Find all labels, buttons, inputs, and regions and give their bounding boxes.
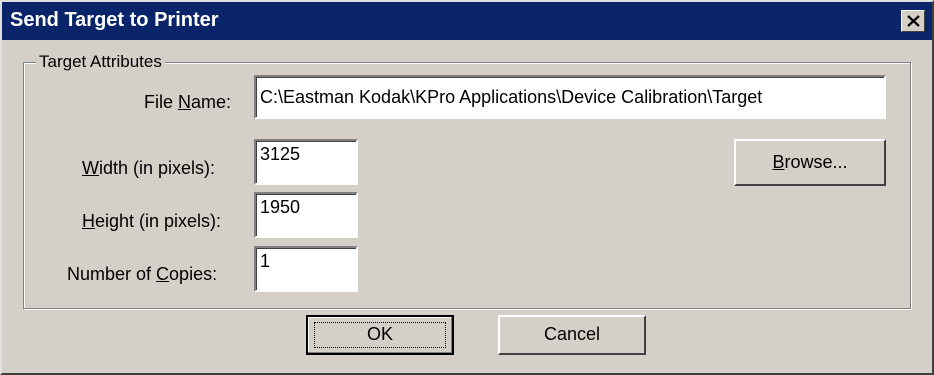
ok-button[interactable]: OK [306, 315, 454, 355]
title-bar[interactable]: Send Target to Printer [2, 2, 932, 40]
copies-label: Number of Copies: [67, 264, 218, 284]
file-name-label: File Name: [144, 92, 232, 112]
group-label: Target Attributes [36, 52, 165, 72]
width-field[interactable]: 3125 [254, 139, 358, 185]
height-label: Height (in pixels): [82, 211, 222, 231]
close-button[interactable] [901, 10, 925, 32]
dialog-title: Send Target to Printer [10, 9, 219, 31]
width-label: Width (in pixels): [82, 158, 216, 178]
file-name-field[interactable]: C:\Eastman Kodak\KPro Applications\Devic… [254, 75, 886, 119]
send-target-dialog: Send Target to Printer Target Attributes… [0, 0, 934, 375]
cancel-button[interactable]: Cancel [498, 315, 646, 355]
height-field[interactable]: 1950 [254, 192, 358, 238]
browse-button[interactable]: Browse... [734, 139, 886, 186]
close-icon [907, 15, 920, 27]
copies-field[interactable]: 1 [254, 246, 358, 292]
